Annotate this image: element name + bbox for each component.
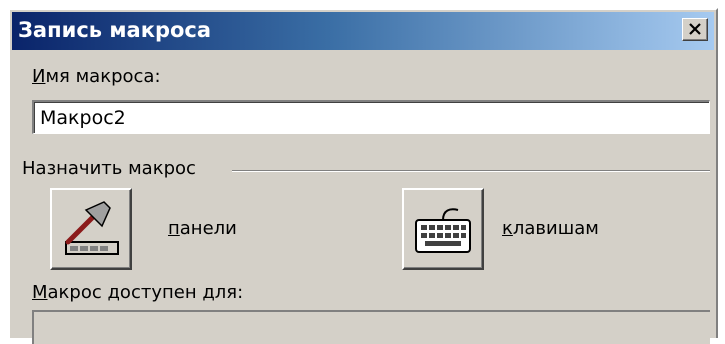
available-for-label: Макрос доступен для: — [32, 282, 244, 303]
macro-name-label: Имя макроса: — [32, 66, 161, 87]
record-macro-dialog: Запись макроса Имя макроса: Назначить ма… — [8, 8, 718, 344]
available-for-select[interactable] — [32, 310, 710, 344]
macro-name-input[interactable] — [32, 100, 710, 134]
assign-toolbar-label: панели — [168, 218, 237, 239]
assign-keyboard-label: клавишам — [502, 218, 599, 239]
assign-toolbar-button[interactable] — [50, 188, 132, 270]
close-button[interactable] — [682, 18, 708, 41]
group-divider — [232, 170, 710, 172]
keyboard-icon — [415, 208, 471, 253]
assign-group-label: Назначить макрос — [22, 158, 196, 179]
title-bar: Запись макроса — [12, 12, 714, 50]
window-title: Запись макроса — [18, 18, 212, 42]
close-icon — [689, 23, 701, 35]
hammer-toolbar-icon — [65, 201, 119, 255]
assign-keyboard-button[interactable] — [402, 188, 484, 270]
